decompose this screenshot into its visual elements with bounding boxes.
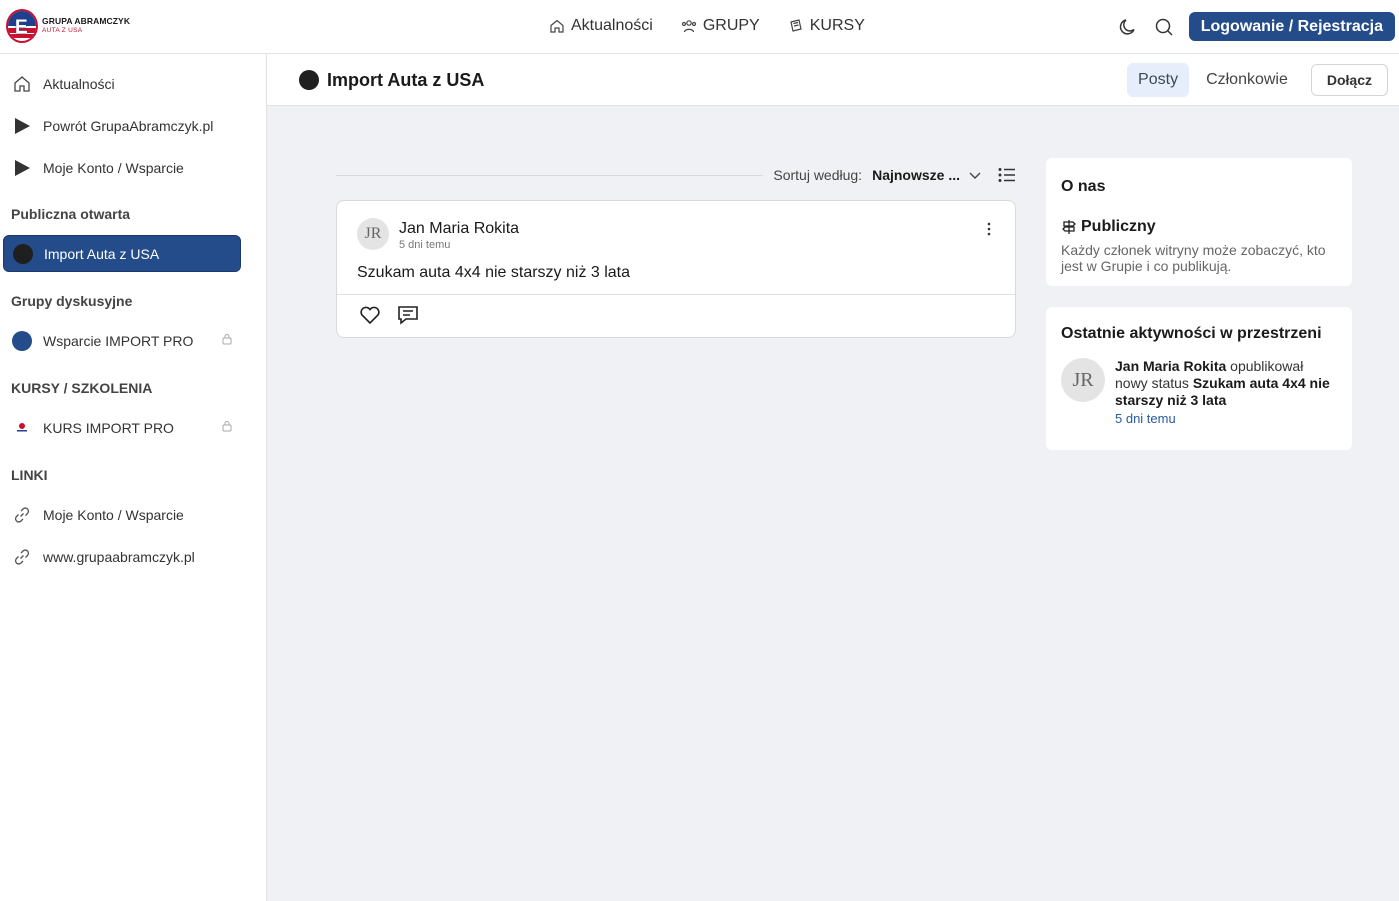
users-icon (681, 20, 696, 33)
sidebar-item-import-auta[interactable]: Import Auta z USA (3, 235, 241, 272)
sidebar-item-label: Moje Konto / Wsparcie (43, 159, 184, 176)
link-icon (11, 546, 33, 568)
group-avatar-icon (12, 243, 34, 265)
post-time: 5 dni temu (399, 239, 451, 251)
nav-grupy[interactable]: GRUPY (681, 17, 760, 35)
activity-title: Ostatnie aktywności w przestrzeni (1061, 325, 1322, 342)
like-heart-icon[interactable] (359, 305, 381, 325)
more-options-icon[interactable] (987, 222, 991, 236)
logo-title: GRUPA ABRAMCZYK (42, 16, 131, 26)
course-logo-icon (11, 417, 33, 439)
post-body: Szukam auta 4x4 nie starszy niż 3 lata (357, 264, 631, 281)
sidebar-item-label: www.grupaabramczyk.pl (43, 548, 195, 565)
sidebar-item-moje-konto[interactable]: Moje Konto / Wsparcie (3, 149, 241, 186)
sidebar-item-powrot[interactable]: Powrót GrupaAbramczyk.pl (3, 107, 241, 144)
play-icon (11, 157, 33, 179)
main-content: Sortuj według: Najnowsze ... JR Jan Mari… (267, 106, 1399, 901)
tab-posty[interactable]: Posty (1127, 63, 1190, 97)
nav-label: Aktualności (571, 17, 653, 34)
tab-czlonkowie[interactable]: Członkowie (1195, 63, 1299, 97)
sidebar-item-kurs-import-pro[interactable]: KURS IMPORT PRO (3, 409, 241, 446)
activity-card: Ostatnie aktywności w przestrzeni JR Jan… (1046, 307, 1352, 450)
chevron-down-icon[interactable] (968, 168, 982, 182)
page-title: Import Auta z USA (327, 70, 485, 90)
post-card: JR Jan Maria Rokita 5 dni temu Szukam au… (336, 200, 1016, 338)
sort-select[interactable]: Najnowsze ... (872, 167, 960, 183)
activity-actor[interactable]: Jan Maria Rokita (1115, 358, 1226, 374)
group-avatar-icon (11, 330, 33, 352)
public-signpost-icon (1062, 220, 1076, 234)
logo-subtitle: AUTA Z USA (42, 27, 83, 34)
sidebar-section-heading: Publiczna otwarta (11, 206, 131, 222)
avatar[interactable]: JR (357, 218, 389, 250)
sidebar: Aktualności Powrót GrupaAbramczyk.pl Moj… (0, 54, 267, 901)
list-view-icon[interactable] (998, 167, 1016, 183)
activity-text: Jan Maria Rokita opublikował nowy status… (1115, 358, 1335, 409)
lock-icon (222, 334, 232, 345)
sort-label: Sortuj według: (773, 167, 863, 183)
site-logo[interactable]: E GRUPA ABRAMCZYK AUTA Z USA (6, 9, 130, 43)
nav-kursy[interactable]: KURSY (788, 17, 865, 35)
lock-icon (222, 421, 232, 432)
comment-icon[interactable] (397, 305, 419, 325)
sidebar-item-link-moje-konto[interactable]: Moje Konto / Wsparcie (3, 496, 241, 533)
search-icon[interactable] (1153, 16, 1175, 38)
post-author[interactable]: Jan Maria Rokita (399, 220, 519, 238)
home-icon (550, 19, 564, 33)
sidebar-item-label: Aktualności (43, 75, 115, 92)
play-icon (11, 115, 33, 137)
divider (337, 294, 1015, 295)
sidebar-item-label: Moje Konto / Wsparcie (43, 506, 184, 523)
sidebar-item-label: Wsparcie IMPORT PRO (43, 332, 194, 349)
sidebar-item-label: Import Auta z USA (44, 245, 160, 262)
sidebar-section-heading: Grupy dyskusyjne (11, 293, 133, 309)
about-title: O nas (1061, 178, 1106, 195)
activity-time[interactable]: 5 dni temu (1115, 411, 1176, 426)
link-icon (11, 504, 33, 526)
sidebar-item-aktualnosci[interactable]: Aktualności (3, 65, 241, 102)
visibility-label: Publiczny (1081, 218, 1156, 235)
nav-aktualnosci[interactable]: Aktualności (549, 17, 653, 35)
courses-icon (790, 19, 802, 32)
top-bar: E GRUPA ABRAMCZYK AUTA Z USA Aktualności… (0, 0, 1399, 54)
avatar[interactable]: JR (1061, 358, 1105, 402)
sidebar-section-heading: KURSY / SZKOLENIA (11, 380, 153, 396)
sort-bar: Sortuj według: Najnowsze ... (336, 164, 1016, 186)
join-button[interactable]: Dołącz (1310, 64, 1388, 96)
group-avatar-icon (299, 70, 319, 90)
about-card: O nas Publiczny Każdy członek witryny mo… (1046, 158, 1352, 286)
visibility-row: Publiczny (1061, 218, 1156, 236)
sidebar-section-heading: LINKI (11, 467, 48, 483)
about-description: Każdy członek witryny może zobaczyć, kto… (1061, 242, 1326, 274)
home-icon (11, 73, 33, 95)
sidebar-item-wsparcie-import-pro[interactable]: Wsparcie IMPORT PRO (3, 322, 241, 359)
logo-badge-icon: E (6, 9, 38, 43)
sidebar-item-link-website[interactable]: www.grupaabramczyk.pl (3, 538, 241, 575)
login-register-button[interactable]: Logowanie / Rejestracja (1188, 12, 1395, 41)
group-header: Import Auta z USA Posty Członkowie Dołąc… (267, 54, 1399, 106)
nav-label: GRUPY (702, 17, 760, 34)
sidebar-item-label: Powrót GrupaAbramczyk.pl (43, 117, 214, 134)
main-nav: Aktualności GRUPY KURSY (549, 17, 865, 35)
nav-label: KURSY (809, 17, 865, 34)
sidebar-item-label: KURS IMPORT PRO (43, 419, 174, 436)
divider (336, 174, 764, 176)
moon-icon[interactable] (1117, 16, 1139, 38)
